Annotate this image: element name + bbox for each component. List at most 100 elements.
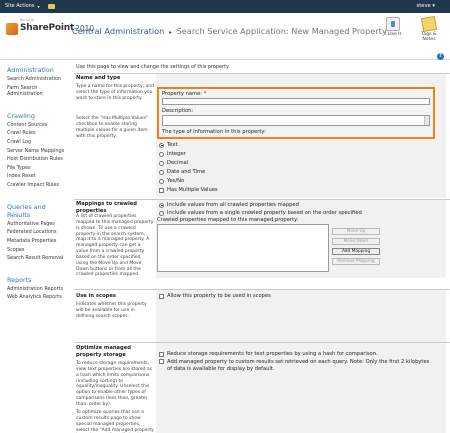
i-like-it-button[interactable]: I Like It	[380, 17, 406, 42]
help-icon[interactable]: ?	[437, 53, 444, 60]
reduce-storage-checkbox[interactable]: Reduce storage requirements for text pro…	[159, 351, 378, 358]
scopes-description: Indicates whether this property will be …	[76, 302, 147, 319]
thumbs-up-icon	[386, 17, 400, 31]
user-name: steve	[416, 3, 431, 10]
property-name-input[interactable]	[162, 98, 430, 105]
type-radio-yes-no[interactable]: Yes/No	[159, 178, 184, 185]
checkbox-icon	[159, 293, 164, 299]
property-name-label: Property name: *	[162, 91, 206, 98]
breadcrumb: Central Administration ▸ Search Service …	[72, 26, 387, 37]
name-type-title: Name and type	[76, 75, 121, 81]
type-yes-no-label: Yes/No	[167, 178, 185, 184]
move-down-button[interactable]: Move Down	[332, 238, 380, 245]
nav-item-web-analytics-reports[interactable]: Web Analytics Reports	[0, 294, 70, 301]
nav-item-farm-search-administration[interactable]: Farm Search Administration	[0, 85, 70, 98]
nav-item-crawl-rules[interactable]: Crawl Rules	[0, 130, 70, 137]
radio-icon	[159, 151, 164, 157]
type-text-label: Text	[167, 142, 178, 148]
type-integer-label: Integer	[167, 151, 186, 157]
radio-icon	[159, 169, 164, 175]
has-multiple-values-label: Has Multiple Values	[167, 187, 218, 193]
description-label: Description:	[162, 108, 194, 114]
i-like-it-label: I Like It	[384, 32, 402, 37]
type-radio-decimal[interactable]: Decimal	[159, 160, 188, 167]
page-title: Search Service Application: New Managed …	[176, 26, 387, 36]
nav-heading-reports[interactable]: Reports	[0, 276, 70, 284]
radio-icon	[159, 178, 164, 184]
nav-item-host-distribution-rules[interactable]: Host Distribution Rules	[0, 156, 70, 163]
reduce-storage-label: Reduce storage requirements for text pro…	[167, 351, 378, 357]
checkbox-icon	[159, 187, 164, 193]
type-radio-integer[interactable]: Integer	[159, 151, 186, 158]
nav-heading-queries-and-results[interactable]: Queries and Results	[0, 203, 70, 219]
site-actions-menu[interactable]: Site Actions ▾	[5, 3, 56, 10]
type-radio-text[interactable]: Text	[159, 142, 178, 149]
required-mark: *	[203, 91, 207, 97]
mappings-title: Mappings to crawled properties	[76, 201, 137, 214]
nav-item-search-result-removal[interactable]: Search Result Removal	[0, 255, 70, 262]
custom-results-checkbox[interactable]: Add managed property to custom results s…	[159, 359, 434, 372]
move-up-button[interactable]: Move Up	[332, 228, 380, 235]
crawled-properties-list[interactable]	[157, 224, 329, 272]
sharepoint-logo-icon	[6, 23, 18, 35]
include-single-radio[interactable]: Include values from a single crawled pro…	[159, 210, 362, 217]
mapped-list-label-text: Crawled properties mapped to this manage…	[157, 217, 299, 223]
custom-results-label: Add managed property to custom results s…	[167, 359, 430, 372]
include-all-label: Include values from all crawled properti…	[167, 202, 299, 208]
nav-item-federated-locations[interactable]: Federated Locations	[0, 229, 70, 236]
top-ribbon: Site Actions ▾ steve ▾	[0, 0, 450, 13]
scrollbar[interactable]	[424, 116, 429, 125]
mappings-description: A list of crawled properties mapped to t…	[76, 214, 154, 278]
type-date-time-label: Date and Time	[167, 169, 206, 175]
breadcrumb-root-link[interactable]: Central Administration	[72, 26, 164, 36]
folder-icon[interactable]	[48, 4, 56, 9]
allow-scopes-checkbox[interactable]: Allow this property to be used in scopes	[159, 293, 271, 300]
custom-results-description: To optimize queries that use a custom re…	[76, 410, 154, 433]
tags-notes-button[interactable]: Tags & Notes	[416, 15, 442, 43]
include-single-label: Include values from a single crawled pro…	[167, 210, 362, 216]
checkbox-icon	[159, 351, 164, 357]
logo-ms-text: Microsoft	[20, 18, 34, 22]
description-textarea[interactable]	[162, 115, 430, 126]
nav-item-crawler-impact-rules[interactable]: Crawler Impact Rules	[0, 182, 70, 189]
chevron-down-icon: ▾	[37, 4, 40, 9]
user-menu[interactable]: steve ▾	[417, 3, 445, 10]
include-all-radio[interactable]: Include values from all crawled properti…	[159, 202, 299, 209]
nav-heading-administration[interactable]: Administration	[0, 66, 70, 74]
nav-item-scopes[interactable]: Scopes	[0, 247, 70, 254]
type-decimal-label: Decimal	[167, 160, 189, 166]
radio-icon	[159, 210, 164, 216]
allow-scopes-label: Allow this property to be used in scopes	[167, 293, 271, 299]
site-actions-label: Site Actions	[5, 3, 35, 10]
has-multiple-values-checkbox[interactable]: Has Multiple Values	[159, 187, 218, 194]
nav-item-metadata-properties[interactable]: Metadata Properties	[0, 238, 70, 245]
scopes-title: Use in scopes	[76, 293, 116, 299]
checkbox-icon	[159, 359, 164, 364]
storage-description: To reduce storage requirements, view tex…	[76, 361, 152, 407]
radio-selected-icon	[159, 202, 164, 208]
nav-item-crawl-log[interactable]: Crawl Log	[0, 139, 70, 146]
tag-icon	[420, 15, 438, 33]
radio-selected-icon	[159, 142, 164, 148]
title-area: Microsoft SharePoint 2010 Central Admini…	[0, 13, 450, 60]
logo-product: SharePoint	[20, 23, 75, 34]
nav-item-file-types[interactable]: File Types	[0, 165, 70, 172]
add-mapping-button[interactable]: Add Mapping	[332, 248, 380, 255]
remove-mapping-button[interactable]: Remove Mapping	[332, 258, 380, 265]
type-radio-date-time[interactable]: Date and Time	[159, 169, 205, 176]
mapped-list-label: Crawled properties mapped to this manage…	[157, 217, 299, 224]
name-type-description: Type a name for this property, and selec…	[76, 84, 154, 101]
social-actions: I Like It Tags & Notes	[380, 15, 442, 43]
nav-item-server-name-mappings[interactable]: Server Name Mappings	[0, 148, 70, 155]
page-intro: Use this page to view and change the set…	[76, 64, 230, 70]
nav-item-search-administration[interactable]: Search Administration	[0, 76, 70, 83]
nav-item-administration-reports[interactable]: Administration Reports	[0, 286, 70, 293]
nav-item-index-reset[interactable]: Index Reset	[0, 173, 70, 180]
nav-item-authoritative-pages[interactable]: Authoritative Pages	[0, 221, 70, 228]
multiple-values-description: Select the "Has Multiple Values" checkbo…	[76, 116, 149, 139]
tags-notes-label: Tags & Notes	[421, 32, 437, 43]
nav-item-content-sources[interactable]: Content Sources	[0, 122, 70, 129]
quick-launch: Administration Search Administration Far…	[0, 60, 70, 433]
nav-heading-crawling[interactable]: Crawling	[0, 112, 70, 120]
type-label: The type of information in this property…	[162, 129, 266, 135]
